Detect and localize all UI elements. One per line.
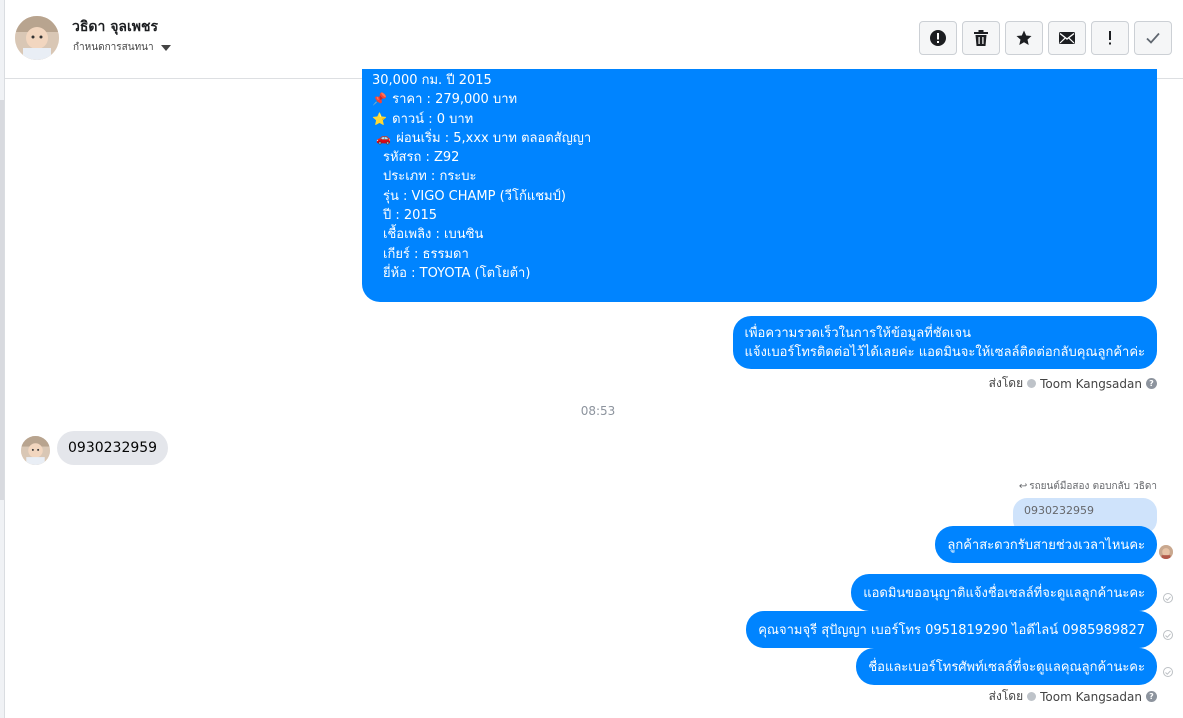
listing-line: ปี : 2015 <box>383 208 437 224</box>
scrollbar-thumb[interactable] <box>0 100 4 500</box>
star-emoji-icon: ⭐ <box>372 111 387 126</box>
listing-line: เชื้อเพลิง : เบนซิน <box>383 227 484 243</box>
sent-by-label: ส่งโดย <box>988 376 1024 390</box>
star-button[interactable] <box>1005 21 1043 55</box>
listing-line: 🚗 ผ่อนเริ่ม : 5,xxx บาท ตลอดสัญญา <box>376 130 592 146</box>
message-timestamp: 08:53 <box>580 404 616 418</box>
pushpin-icon: 📌 <box>372 92 387 107</box>
help-icon[interactable]: ? <box>1146 378 1157 389</box>
sent-check-icon <box>1163 667 1173 677</box>
reply-context-label: รถยนต์มือสอง ตอบกลับ วธิดา <box>1029 481 1157 492</box>
sent-by-label: ส่งโดย <box>988 689 1024 703</box>
conversation-label-text: กำหนดการสนทนา <box>73 42 154 53</box>
reply-context-header: ↩ รถยนต์มือสอง ตอบกลับ วธิดา <box>1019 479 1157 494</box>
contact-avatar[interactable] <box>15 16 59 60</box>
incoming-phone-message[interactable]: 0930232959 <box>57 431 169 465</box>
message-line: เพื่อความรวดเร็วในการให้ข้อมูลที่ชัดเจน <box>744 325 971 341</box>
sent-by-info: ส่งโดย Toom Kangsadan ? <box>989 374 1157 393</box>
action-toolbar <box>919 21 1172 55</box>
star-icon <box>1016 30 1032 45</box>
mark-unread-button[interactable] <box>1048 21 1086 55</box>
seen-avatar <box>1159 545 1173 559</box>
contact-message-avatar[interactable] <box>21 436 50 465</box>
envelope-icon <box>1059 32 1075 44</box>
listing-line: เกียร์ : ธรรมดา <box>383 246 469 262</box>
caret-down-icon <box>160 44 171 51</box>
listing-line: รุ่น : VIGO CHAMP (วีโก้แชมป์) <box>383 188 566 204</box>
follow-up-button[interactable] <box>1091 21 1129 55</box>
help-icon[interactable]: ? <box>1146 691 1157 702</box>
listing-line: ยี่ห้อ : TOYOTA (โตโยต้า) <box>383 265 531 281</box>
exclamation-icon <box>1109 31 1111 45</box>
sent-by-name[interactable]: Toom Kangsadan <box>1040 377 1142 391</box>
message-line: แจ้งเบอร์โทรติดต่อไว้ได้เลยค่ะ แอดมินจะใ… <box>744 344 1145 360</box>
listing-line: 30,000 กม. ปี 2015 <box>372 73 492 88</box>
sent-by-info: ส่งโดย Toom Kangsadan ? <box>989 687 1157 706</box>
seller-contact-message[interactable]: คุณจามจุรี สุปัญญา เบอร์โทร 0951819290 ไ… <box>746 611 1157 648</box>
sender-avatar-icon <box>1027 379 1037 388</box>
listing-line: ประเภท : กระบะ <box>383 169 477 185</box>
message-thread: 30,000 กม. ปี 2015 📌 ราคา : 279,000 บาท … <box>5 69 1183 718</box>
check-icon <box>1146 32 1160 44</box>
listing-line: 📌 ราคา : 279,000 บาท <box>372 92 518 108</box>
sent-check-icon <box>1163 593 1173 603</box>
delete-button[interactable] <box>962 21 1000 55</box>
reply-arrow-icon: ↩ <box>1018 481 1028 492</box>
spam-button[interactable] <box>919 21 957 55</box>
car-emoji-icon: 🚗 <box>376 130 392 145</box>
listing-line: ⭐ ดาวน์ : 0 บาท <box>372 111 474 127</box>
seller-outro-message[interactable]: ชื่อและเบอร์โทรศัพท์เซลล์ที่จะดูแลคุณลูก… <box>856 648 1157 685</box>
sent-by-name[interactable]: Toom Kangsadan <box>1040 690 1142 704</box>
alert-circle-icon <box>930 30 946 46</box>
listing-line: รหัสรถ : Z92 <box>383 150 460 166</box>
request-phone-message[interactable]: เพื่อความรวดเร็วในการให้ข้อมูลที่ชัดเจน … <box>732 316 1157 369</box>
trash-icon <box>974 30 988 46</box>
conversation-label-dropdown[interactable]: กำหนดการสนทนา <box>73 40 171 55</box>
ask-time-message[interactable]: ลูกค้าสะดวกรับสายช่วงเวลาไหนคะ <box>935 526 1157 563</box>
conversation-header: วธิดา จุลเพชร กำหนดการสนทนา <box>5 0 1183 79</box>
sent-check-icon <box>1163 630 1173 640</box>
contact-name[interactable]: วธิดา จุลเพชร <box>72 16 158 38</box>
mark-done-button[interactable] <box>1134 21 1172 55</box>
car-listing-message[interactable]: 30,000 กม. ปี 2015 📌 ราคา : 279,000 บาท … <box>362 69 1157 302</box>
seller-intro-message[interactable]: แอดมินขออนุญาติแจ้งชื่อเซลล์ที่จะดูแลลูก… <box>851 574 1157 611</box>
sender-avatar-icon <box>1027 692 1037 701</box>
